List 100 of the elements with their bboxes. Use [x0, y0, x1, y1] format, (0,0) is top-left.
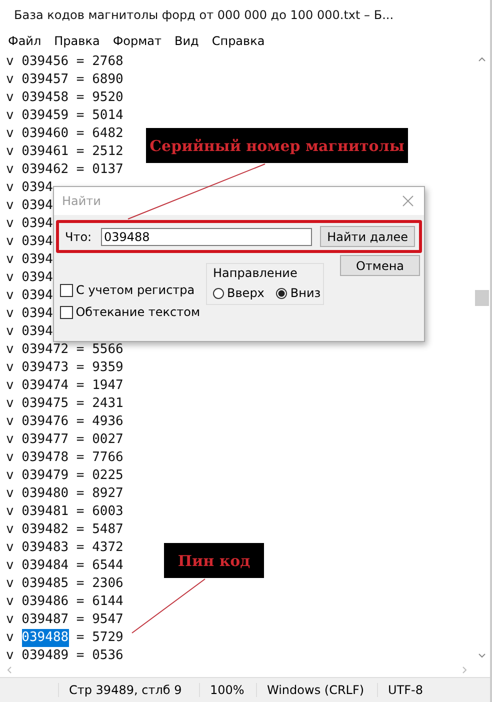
- line-marker: v: [6, 539, 14, 557]
- menu-item[interactable]: Правка: [54, 34, 100, 48]
- code-text: 039478: [22, 449, 69, 467]
- menu-item[interactable]: Вид: [174, 34, 199, 48]
- code-text: 039482: [22, 521, 69, 539]
- code-text: 039479: [22, 467, 69, 485]
- search-field[interactable]: 039488: [100, 228, 312, 246]
- code-text: 039488: [22, 629, 69, 647]
- code-text: 0394: [22, 305, 53, 323]
- code-text: 039461: [22, 143, 69, 161]
- code-value: = 0137: [76, 161, 124, 179]
- code-value: = 2306: [76, 575, 124, 593]
- menu-item[interactable]: Справка: [212, 34, 265, 48]
- line-marker: v: [6, 431, 14, 449]
- code-value: = 5729: [76, 629, 124, 647]
- line-marker: v: [6, 503, 14, 521]
- find-next-button[interactable]: Найти далее: [320, 226, 415, 247]
- code-text: 039458: [22, 89, 69, 107]
- close-icon[interactable]: [402, 195, 414, 207]
- line-marker: v: [6, 341, 14, 359]
- code-text: 039477: [22, 431, 69, 449]
- code-text: 0394: [22, 269, 53, 287]
- group-label: Направление: [213, 266, 298, 280]
- menu-item[interactable]: Формат: [112, 34, 162, 48]
- code-text: 0394: [22, 179, 53, 197]
- code-value: = 9359: [76, 359, 124, 377]
- line-marker: v: [6, 251, 14, 269]
- checkbox-label: С учетом регистра: [76, 283, 195, 297]
- cancel-button[interactable]: Отмена: [340, 255, 420, 276]
- line-marker: v: [6, 305, 14, 323]
- radio-button[interactable]: [213, 288, 224, 298]
- code-value: = 2768: [76, 53, 124, 71]
- code-value: = 9520: [76, 89, 124, 107]
- code-value: = 1947: [76, 377, 124, 395]
- window-title: База кодов магнитолы форд от 000 000 до 100 000.txt – Б...: [14, 8, 394, 22]
- code-text: 039472: [22, 341, 69, 359]
- line-marker: v: [6, 557, 14, 575]
- code-text: 039484: [22, 557, 69, 575]
- code-text: 039459: [22, 107, 69, 125]
- code-text: 039457: [22, 71, 69, 89]
- status-text: Windows (CRLF): [256, 683, 377, 697]
- dialog-title: Найти: [62, 194, 101, 208]
- code-value: = 2512: [76, 143, 124, 161]
- code-text: 039475: [22, 395, 69, 413]
- code-value: = 6890: [76, 71, 124, 89]
- code-text: 0394: [22, 233, 53, 251]
- code-text: 039473: [22, 359, 69, 377]
- code-text: 039483: [22, 539, 69, 557]
- line-marker: v: [6, 269, 14, 287]
- checkbox[interactable]: [60, 284, 73, 296]
- line-marker: v: [6, 287, 14, 305]
- line-marker: v: [6, 395, 14, 413]
- line-marker: v: [6, 179, 14, 197]
- line-marker: v: [6, 449, 14, 467]
- line-marker: v: [6, 377, 14, 395]
- line-marker: v: [6, 89, 14, 107]
- code-text: 0394: [22, 287, 53, 305]
- code-value: = 4936: [76, 413, 124, 431]
- code-value: = 6144: [76, 593, 124, 611]
- status-text: UTF-8: [377, 683, 433, 697]
- menu-item[interactable]: Файл: [8, 34, 42, 48]
- line-marker: v: [6, 521, 14, 539]
- line-marker: v: [6, 71, 14, 89]
- annotation-label: Пин код: [164, 543, 264, 578]
- code-text: 0394: [22, 215, 53, 233]
- code-text: 039481: [22, 503, 69, 521]
- code-value: = 5014: [76, 107, 124, 125]
- status-text: 100%: [199, 683, 256, 697]
- code-text: 039486: [22, 593, 69, 611]
- code-value: = 0536: [76, 647, 124, 665]
- radio-label: Вниз: [290, 286, 321, 300]
- radio-label: Вверх: [227, 286, 264, 300]
- code-value: = 5566: [76, 341, 124, 359]
- scroll-thumb[interactable]: [475, 290, 489, 306]
- line-marker: v: [6, 215, 14, 233]
- line-marker: v: [6, 197, 14, 215]
- status-text: Стр 39489, стлб 9: [58, 683, 199, 697]
- code-value: = 0027: [76, 431, 124, 449]
- code-text: 039462: [22, 161, 69, 179]
- line-marker: v: [6, 359, 14, 377]
- code-text: 039456: [22, 53, 69, 71]
- line-marker: v: [6, 143, 14, 161]
- code-text: 039474: [22, 377, 69, 395]
- line-marker: v: [6, 233, 14, 251]
- checkbox[interactable]: [60, 306, 73, 318]
- code-value: = 7766: [76, 449, 124, 467]
- code-text: 0394: [22, 251, 53, 269]
- line-marker: v: [6, 485, 14, 503]
- code-value: = 6544: [76, 557, 124, 575]
- line-marker: v: [6, 161, 14, 179]
- annotation-label: Серийный номер магнитолы: [146, 128, 408, 163]
- line-marker: v: [6, 593, 14, 611]
- radio-button[interactable]: [276, 288, 288, 298]
- code-text: 039476: [22, 413, 69, 431]
- code-text: 039460: [22, 125, 69, 143]
- code-value: = 6003: [76, 503, 124, 521]
- code-text: 0394: [22, 197, 53, 215]
- checkbox-label: Обтекание текстом: [76, 305, 200, 319]
- code-value: = 0225: [76, 467, 124, 485]
- code-value: = 6482: [76, 125, 124, 143]
